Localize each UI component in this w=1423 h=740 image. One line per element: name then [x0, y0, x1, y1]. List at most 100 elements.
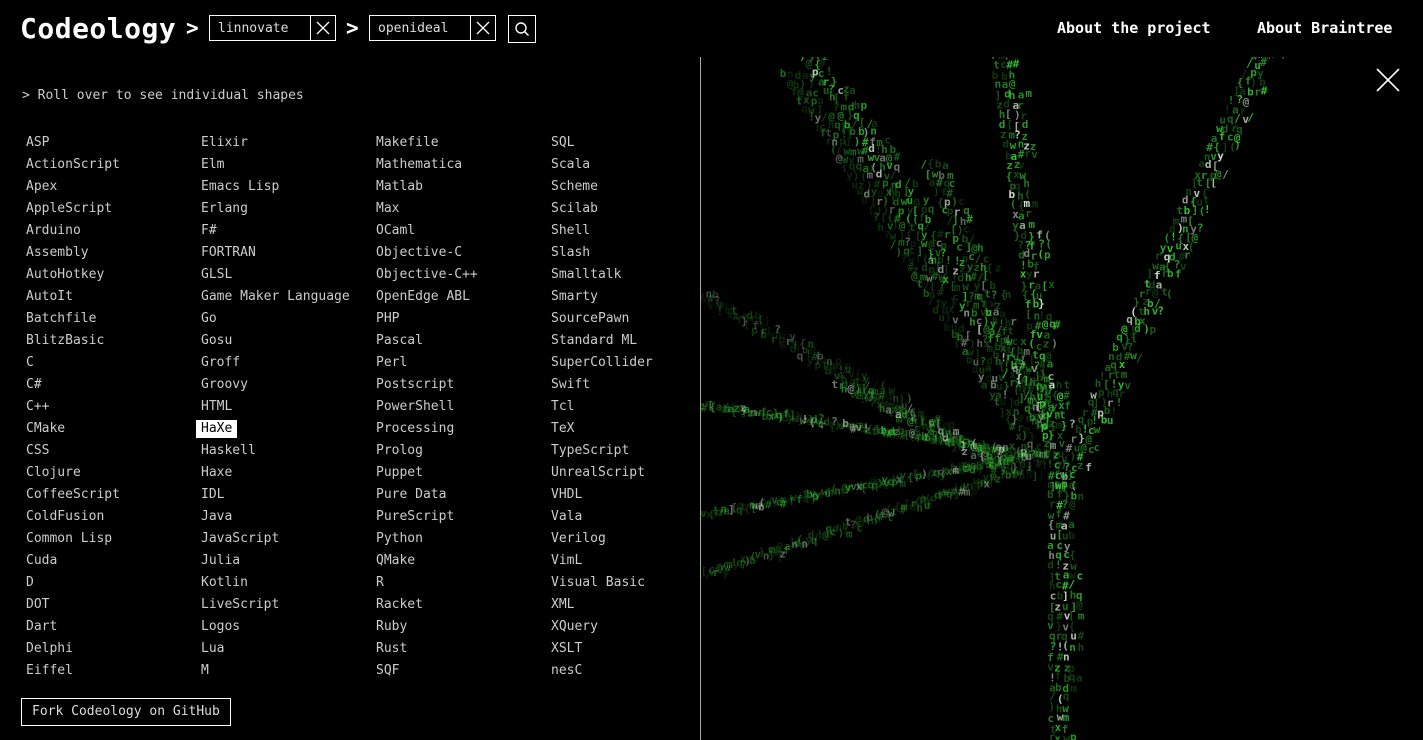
language-item[interactable]: Processing: [371, 420, 459, 442]
language-item[interactable]: Go: [196, 310, 222, 332]
language-item[interactable]: Python: [371, 530, 428, 552]
language-item[interactable]: Batchfile: [21, 310, 101, 332]
language-item[interactable]: AutoHotkey: [21, 266, 109, 288]
language-item[interactable]: C++: [21, 398, 54, 420]
language-item[interactable]: Scheme: [546, 178, 603, 200]
language-item[interactable]: Cuda: [21, 552, 62, 574]
language-item[interactable]: Erlang: [196, 200, 253, 222]
language-item[interactable]: Common Lisp: [21, 530, 117, 552]
language-item[interactable]: TeX: [546, 420, 579, 442]
language-item[interactable]: BlitzBasic: [21, 332, 109, 354]
language-item[interactable]: GLSL: [196, 266, 237, 288]
language-item[interactable]: PowerShell: [371, 398, 459, 420]
language-item[interactable]: Julia: [196, 552, 245, 574]
language-item[interactable]: Ruby: [371, 618, 412, 640]
breadcrumb-repo-label[interactable]: openideal: [370, 21, 456, 36]
language-item[interactable]: SuperCollider: [546, 354, 658, 376]
language-item[interactable]: Haskell: [196, 442, 261, 464]
language-item[interactable]: Rust: [371, 640, 412, 662]
language-item[interactable]: Dart: [21, 618, 62, 640]
language-item[interactable]: Objective-C: [371, 244, 467, 266]
language-item[interactable]: R: [371, 574, 389, 596]
language-item[interactable]: M: [196, 662, 214, 684]
language-item[interactable]: Perl: [371, 354, 412, 376]
breadcrumb-user-label[interactable]: linnovate: [210, 21, 296, 36]
language-item[interactable]: LiveScript: [196, 596, 284, 618]
language-item[interactable]: Groovy: [196, 376, 253, 398]
language-item[interactable]: HTML: [196, 398, 237, 420]
language-item[interactable]: Game Maker Language: [196, 288, 355, 310]
language-item[interactable]: XSLT: [546, 640, 587, 662]
language-item[interactable]: PureScript: [371, 508, 459, 530]
codeology-logo[interactable]: Codeology: [20, 12, 176, 45]
nav-about-project[interactable]: About the project: [1057, 19, 1211, 37]
language-item[interactable]: Standard ML: [546, 332, 642, 354]
language-item[interactable]: TypeScript: [546, 442, 634, 464]
language-item[interactable]: SQL: [546, 134, 579, 156]
language-item[interactable]: ASP: [21, 134, 54, 156]
language-item[interactable]: Java: [196, 508, 237, 530]
language-item[interactable]: Slash: [546, 244, 595, 266]
language-item[interactable]: Elm: [196, 156, 229, 178]
language-item[interactable]: C#: [21, 376, 47, 398]
language-item[interactable]: Scala: [546, 156, 595, 178]
search-button[interactable]: [508, 15, 536, 43]
language-item[interactable]: FORTRAN: [196, 244, 261, 266]
language-item[interactable]: Shell: [546, 222, 595, 244]
language-item[interactable]: Puppet: [371, 464, 428, 486]
language-item[interactable]: VHDL: [546, 486, 587, 508]
language-item[interactable]: AppleScript: [21, 200, 117, 222]
language-item[interactable]: Tcl: [546, 398, 579, 420]
language-item[interactable]: ActionScript: [21, 156, 125, 178]
language-item[interactable]: Vala: [546, 508, 587, 530]
language-item[interactable]: XML: [546, 596, 579, 618]
fork-github-button[interactable]: Fork Codeology on GitHub: [21, 698, 231, 726]
language-item[interactable]: C: [21, 354, 39, 376]
clear-user-button[interactable]: [310, 14, 336, 41]
language-item[interactable]: UnrealScript: [546, 464, 650, 486]
language-item[interactable]: SQF: [371, 662, 404, 684]
language-item[interactable]: CSS: [21, 442, 54, 464]
language-item[interactable]: VimL: [546, 552, 587, 574]
language-item[interactable]: Mathematica: [371, 156, 467, 178]
language-item[interactable]: HaXe: [196, 420, 238, 438]
language-item[interactable]: Kotlin: [196, 574, 253, 596]
language-item[interactable]: Max: [371, 200, 404, 222]
language-item[interactable]: Scilab: [546, 200, 603, 222]
language-item[interactable]: Assembly: [21, 244, 94, 266]
language-item[interactable]: CMake: [21, 420, 70, 442]
language-item[interactable]: XQuery: [546, 618, 603, 640]
language-item[interactable]: Makefile: [371, 134, 444, 156]
language-item[interactable]: JavaScript: [196, 530, 284, 552]
language-item[interactable]: SourcePawn: [546, 310, 634, 332]
language-item[interactable]: PHP: [371, 310, 404, 332]
language-item[interactable]: Visual Basic: [546, 574, 650, 596]
language-item[interactable]: Arduino: [21, 222, 86, 244]
clear-repo-button[interactable]: [470, 14, 496, 41]
language-item[interactable]: Pure Data: [371, 486, 451, 508]
language-item[interactable]: Smalltalk: [546, 266, 626, 288]
language-item[interactable]: Smarty: [546, 288, 603, 310]
language-item[interactable]: Pascal: [371, 332, 428, 354]
language-item[interactable]: Lua: [196, 640, 229, 662]
language-item[interactable]: QMake: [371, 552, 420, 574]
language-item[interactable]: Postscript: [371, 376, 459, 398]
language-item[interactable]: Prolog: [371, 442, 428, 464]
language-item[interactable]: Objective-C++: [371, 266, 483, 288]
language-item[interactable]: AutoIt: [21, 288, 78, 310]
language-item[interactable]: D: [21, 574, 39, 596]
language-item[interactable]: OpenEdge ABL: [371, 288, 475, 310]
language-item[interactable]: Gosu: [196, 332, 237, 354]
language-item[interactable]: DOT: [21, 596, 54, 618]
language-item[interactable]: Matlab: [371, 178, 428, 200]
language-item[interactable]: Verilog: [546, 530, 611, 552]
language-item[interactable]: Racket: [371, 596, 428, 618]
nav-about-braintree[interactable]: About Braintree: [1257, 19, 1392, 37]
language-shape-visualization[interactable]: rx w ptx fc w m) h w/(qa b d m!f bq av z zpf # n? !(n hq rq…: [701, 57, 1423, 740]
language-item[interactable]: CoffeeScript: [21, 486, 125, 508]
language-item[interactable]: Haxe: [196, 464, 237, 486]
language-item[interactable]: ColdFusion: [21, 508, 109, 530]
language-item[interactable]: Apex: [21, 178, 62, 200]
language-item[interactable]: Swift: [546, 376, 595, 398]
language-item[interactable]: Delphi: [21, 640, 78, 662]
